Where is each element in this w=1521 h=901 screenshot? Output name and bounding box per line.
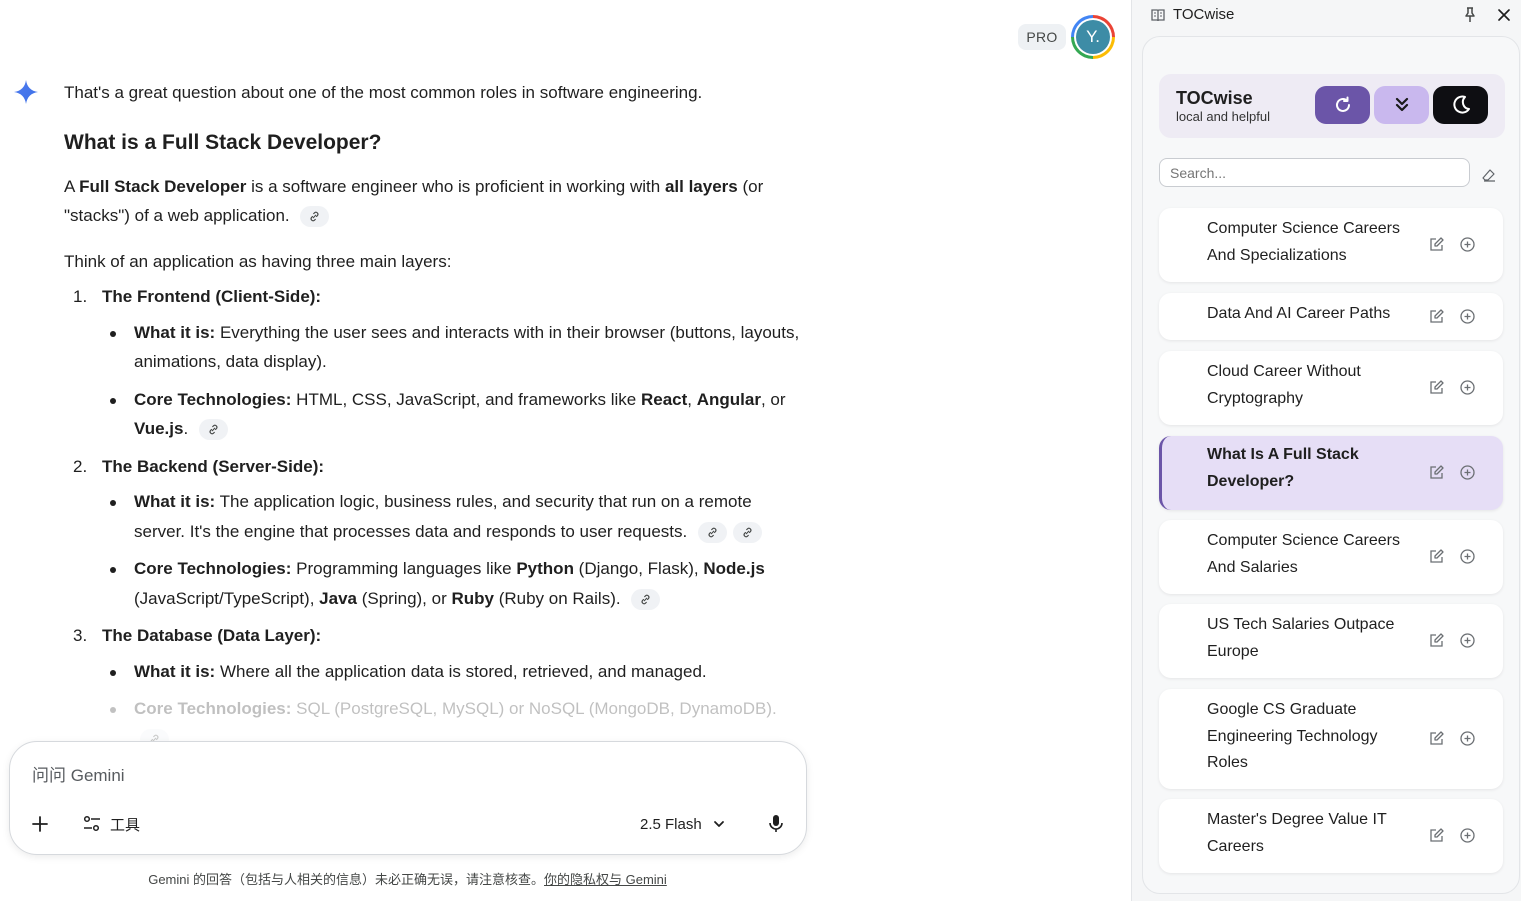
model-label: 2.5 Flash [640,815,702,833]
edit-icon[interactable] [1429,464,1445,480]
toc-item-label: What Is A Full Stack Developer? [1207,446,1359,490]
toc-item-label: Cloud Career Without Cryptography [1207,363,1361,407]
list-item: 2. The Backend (Server-Side): What it is… [64,452,804,614]
book-icon [1151,9,1165,22]
toc-item-label: Master's Degree Value IT Careers [1207,811,1387,855]
refresh-button[interactable] [1315,86,1370,124]
response-intro: That's a great question about one of the… [64,83,703,102]
list-item: Core Technologies: HTML, CSS, JavaScript… [98,385,804,444]
response-heading: What is a Full Stack Developer? [64,130,382,154]
avatar-initial: Y. [1076,20,1110,54]
chevron-down-icon [713,821,724,827]
response-content: That's a great question about one of the… [64,78,804,761]
layers-list: 1. The Frontend (Client-Side): What it i… [64,282,804,753]
add-circle-icon[interactable] [1459,548,1476,565]
prompt-input-box[interactable]: 问问 Gemini 工具 2.5 Flash [9,741,807,855]
plus-icon [32,816,48,832]
source-link-chip[interactable] [300,206,330,228]
layer-title: The Frontend (Client-Side): [102,287,322,306]
chat-area: PRO Y. That's a great question about one… [0,0,1131,901]
model-selector[interactable]: 2.5 Flash [640,810,726,838]
toc-item-label: Google CS Graduate Engineering Technolog… [1207,701,1378,771]
list-item: 1. The Frontend (Client-Side): What it i… [64,282,804,444]
source-link-chip[interactable] [732,521,762,543]
add-circle-icon[interactable] [1459,827,1476,844]
toc-item[interactable]: Computer Science Careers And Salaries [1159,520,1503,594]
expand-all-button[interactable] [1374,86,1429,124]
search-input[interactable] [1159,158,1470,187]
link-icon [310,211,319,222]
theme-toggle-button[interactable] [1433,86,1488,124]
source-link-chip[interactable] [631,588,661,610]
toc-item[interactable]: Cloud Career Without Cryptography [1159,351,1503,425]
add-circle-icon[interactable] [1459,236,1476,253]
tools-sliders-icon [83,815,100,832]
toc-item[interactable]: Google CS Graduate Engineering Technolog… [1159,689,1503,789]
list-item: 3. The Database (Data Layer): What it is… [64,621,804,753]
layers-intro: Think of an application as having three … [64,251,452,271]
source-link-chip[interactable] [697,521,727,543]
toc-item[interactable]: Data And AI Career Paths [1159,293,1503,340]
brand-tagline: local and helpful [1176,109,1270,124]
microphone-button[interactable] [762,810,790,838]
layer-title: The Backend (Server-Side): [102,456,325,476]
toc-item[interactable]: Computer Science Careers And Specializat… [1159,208,1503,282]
tools-button[interactable]: 工具 [78,810,144,838]
edit-icon[interactable] [1429,827,1445,843]
edit-icon[interactable] [1429,632,1445,648]
edit-icon[interactable] [1429,379,1445,395]
toc-item-label: Data And AI Career Paths [1207,305,1391,322]
toc-item[interactable]: Master's Degree Value IT Careers [1159,799,1503,873]
list-item: What it is: The application logic, busin… [98,487,804,546]
brand-name: TOCwise [1176,88,1253,108]
list-item: What it is: Everything the user sees and… [98,318,804,377]
list-item: Core Technologies: Programming languages… [98,554,804,613]
edit-icon[interactable] [1429,548,1445,564]
toc-item-label: Computer Science Careers And Specializat… [1207,220,1400,264]
pro-badge[interactable]: PRO [1018,24,1066,50]
add-button[interactable] [26,810,54,838]
close-icon[interactable] [1495,6,1513,24]
toc-item-label: US Tech Salaries Outpace Europe [1207,616,1395,660]
edit-icon[interactable] [1429,730,1445,746]
layer-title: The Database (Data Layer): [102,626,322,645]
microphone-icon [769,815,783,832]
link-icon [708,527,717,537]
add-circle-icon[interactable] [1459,730,1476,747]
panel-titlebar: TOCwise [1132,0,1521,30]
refresh-icon [1335,96,1350,112]
link-icon [209,424,218,435]
add-circle-icon[interactable] [1459,379,1476,396]
panel-title: TOCwise [1173,6,1235,23]
gemini-sparkle-icon [14,80,38,104]
list-item: What it is: Where all the application da… [98,657,804,687]
edit-icon[interactable] [1429,308,1445,324]
panel-body: TOCwise local and helpful Computer Scien… [1142,36,1520,894]
link-icon [743,527,752,537]
double-chevron-down-icon [1395,97,1408,112]
moon-icon [1452,95,1470,114]
link-icon [641,594,650,604]
disclaimer: Gemini 的回答（包括与人相关的信息）未必正确无误，请注意核查。你的隐私权与… [0,869,815,888]
add-circle-icon[interactable] [1459,464,1476,481]
add-circle-icon[interactable] [1459,308,1476,325]
source-link-chip[interactable] [198,419,228,441]
toc-item-active[interactable]: What Is A Full Stack Developer? [1159,436,1503,510]
eraser-icon[interactable] [1481,167,1497,183]
pin-icon[interactable] [1461,6,1479,24]
prompt-input[interactable]: 问问 Gemini [32,761,125,786]
toc-item[interactable]: US Tech Salaries Outpace Europe [1159,604,1503,678]
add-circle-icon[interactable] [1459,632,1476,649]
side-panel: TOCwise TOCwise local and helpful Comput… [1131,0,1521,901]
definition-paragraph: A Full Stack Developer is a software eng… [64,172,804,231]
avatar[interactable]: Y. [1071,15,1115,59]
disclaimer-text: Gemini 的回答（包括与人相关的信息）未必正确无误，请注意核查。 [148,872,544,887]
edit-icon[interactable] [1429,236,1445,252]
tools-label: 工具 [110,816,141,834]
brand-header-card: TOCwise local and helpful [1159,74,1505,138]
privacy-link[interactable]: 你的隐私权与 Gemini [544,872,667,887]
toc-item-label: Computer Science Careers And Salaries [1207,532,1400,576]
